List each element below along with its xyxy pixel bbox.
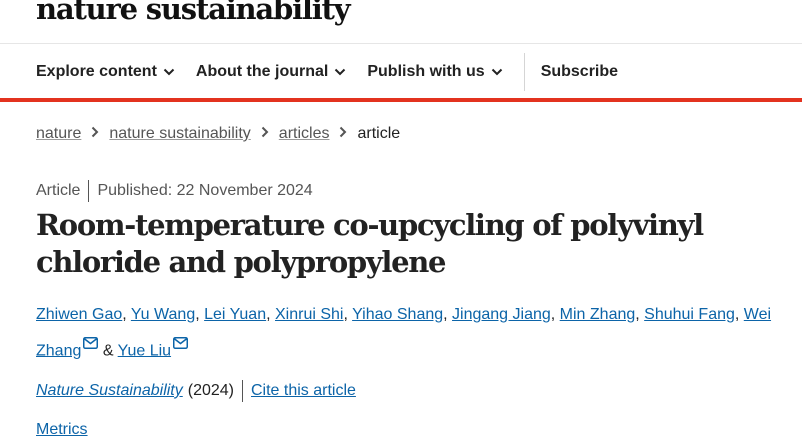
journal-logo[interactable]: nature sustainability [36, 0, 351, 26]
email-icon[interactable] [173, 330, 189, 360]
author-link[interactable]: Jingang Jiang [452, 306, 551, 323]
breadcrumb-articles[interactable]: articles [279, 125, 330, 143]
chevron-right-icon [91, 125, 99, 143]
author-link[interactable]: Yihao Shang [352, 306, 443, 323]
author-list: Zhiwen Gao, Yu Wang, Lei Yuan, Xinrui Sh… [36, 306, 772, 360]
nav-explore-content-label: Explore content [36, 63, 157, 80]
author-link[interactable]: Shuhui Fang [644, 306, 735, 323]
author-link[interactable]: Zhiwen Gao [36, 306, 122, 323]
citation-divider [242, 380, 243, 402]
citation-year: (2024) [187, 382, 234, 399]
nav-publish-with-us[interactable]: Publish with us [367, 63, 502, 81]
author-link[interactable]: Xinrui Shi [275, 306, 343, 323]
breadcrumb-nature[interactable]: nature [36, 125, 81, 143]
author-link[interactable]: Min Zhang [560, 306, 636, 323]
author-link[interactable]: Lei Yuan [204, 306, 266, 323]
nav-about-journal[interactable]: About the journal [196, 63, 346, 81]
published-date: Published: 22 November 2024 [97, 182, 313, 199]
nav-subscribe-label: Subscribe [540, 63, 619, 80]
author-link[interactable]: Yue Liu [118, 342, 171, 359]
main-nav: Explore content About the journal Publis… [36, 52, 639, 92]
nav-divider [523, 53, 525, 91]
chevron-right-icon [261, 125, 269, 143]
breadcrumb-nature-sustainability[interactable]: nature sustainability [109, 125, 250, 143]
breadcrumb-current: article [357, 125, 401, 142]
chevron-right-icon [339, 125, 347, 143]
citation-line: Nature Sustainability (2024) Cite this a… [36, 380, 356, 402]
author-ampersand: & [102, 342, 114, 360]
article-meta: Article Published: 22 November 2024 [36, 180, 313, 202]
journal-link[interactable]: Nature Sustainability [36, 382, 183, 400]
chevron-down-icon [334, 63, 346, 81]
meta-divider [88, 180, 90, 202]
metrics-link[interactable]: Metrics [36, 421, 88, 439]
nav-explore-content[interactable]: Explore content [36, 63, 175, 81]
author-link[interactable]: Yu Wang [131, 306, 195, 323]
header-accent-bar [0, 98, 802, 102]
article-title: Room-temperature co-upcycling of polyvin… [36, 208, 704, 279]
header-divider [0, 43, 802, 44]
nav-subscribe[interactable]: Subscribe [541, 63, 618, 81]
article-type: Article [36, 182, 81, 199]
breadcrumb: nature nature sustainability articles ar… [36, 125, 400, 143]
cite-article-link[interactable]: Cite this article [251, 382, 356, 400]
chevron-down-icon [491, 63, 503, 81]
email-icon[interactable] [83, 330, 99, 360]
chevron-down-icon [163, 63, 175, 81]
nav-publish-with-us-label: Publish with us [367, 63, 485, 80]
nav-about-journal-label: About the journal [195, 63, 329, 80]
